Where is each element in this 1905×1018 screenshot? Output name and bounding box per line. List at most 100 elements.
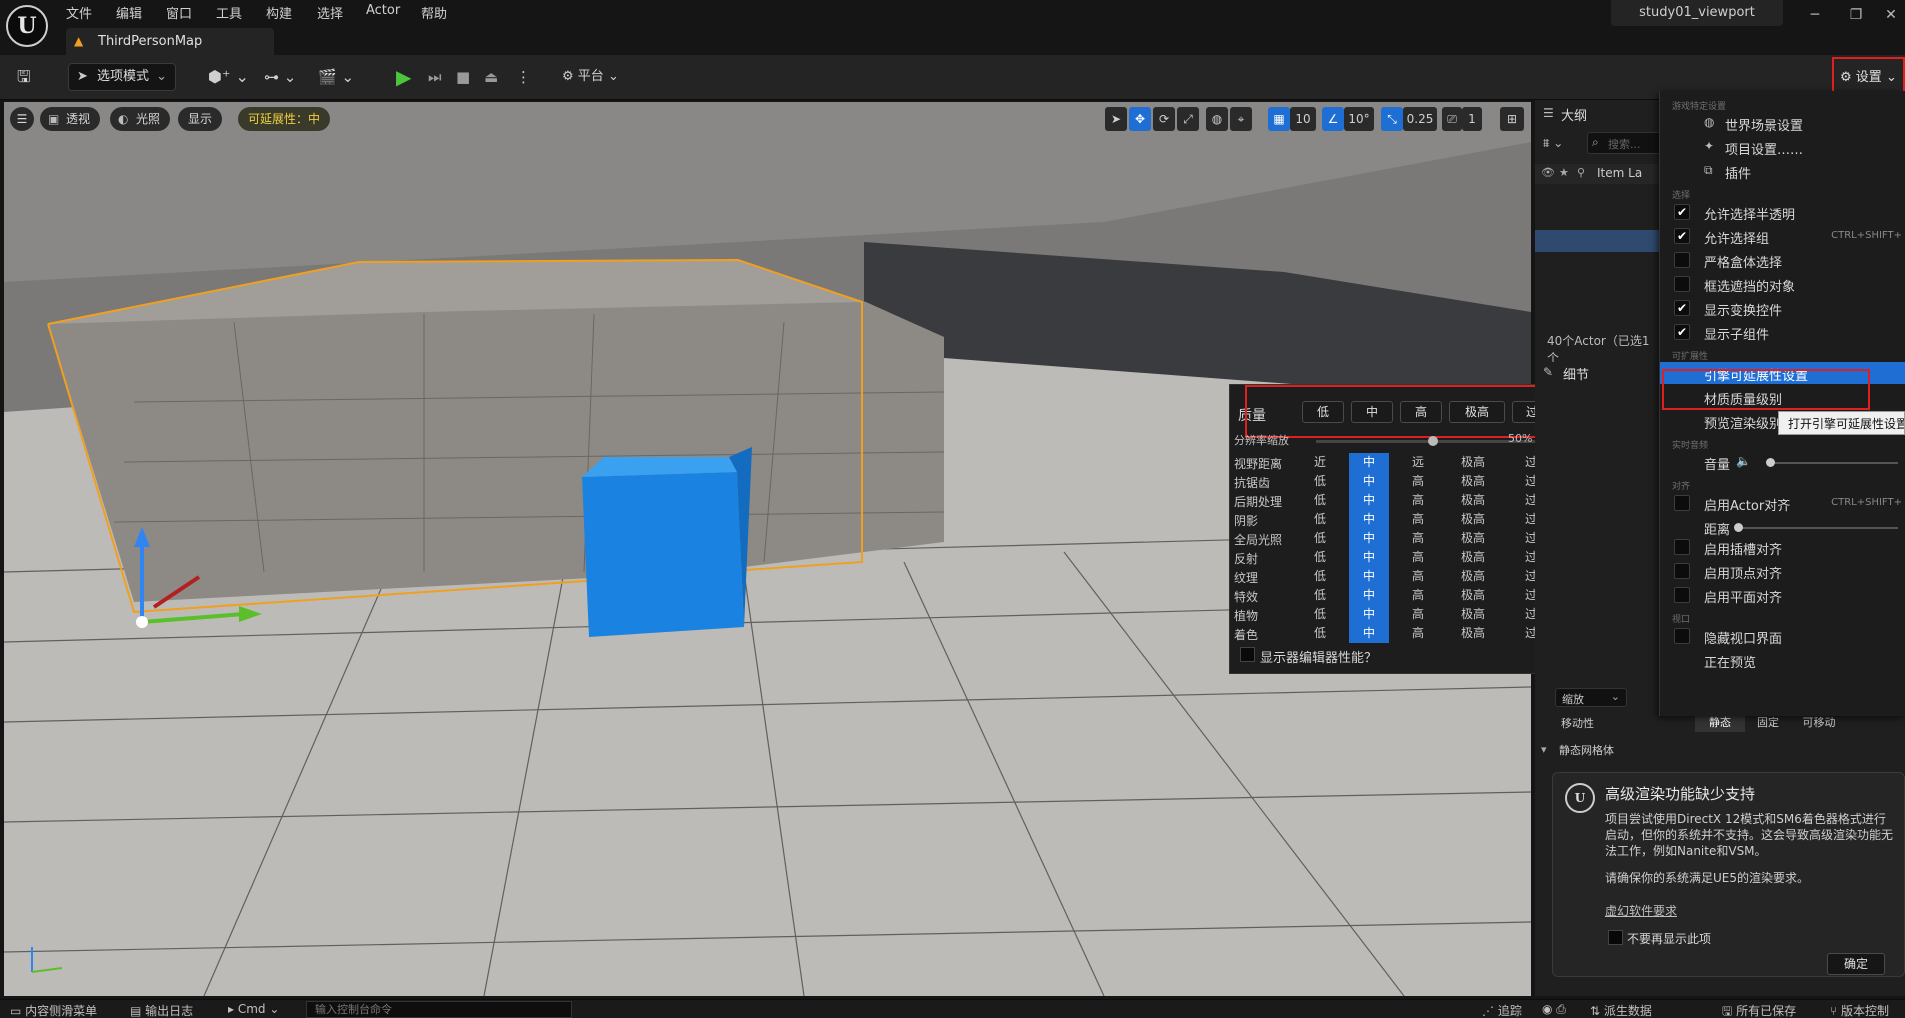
- checkbox[interactable]: [1674, 276, 1690, 292]
- ok-button[interactable]: 确定: [1827, 953, 1885, 975]
- settings-menu-item[interactable]: ✔ 显示子组件: [1660, 321, 1905, 343]
- quality-option[interactable]: 低: [1300, 529, 1340, 548]
- settings-menu-item[interactable]: ✔ 显示变换控件: [1660, 297, 1905, 319]
- menu-slider-thumb[interactable]: [1734, 523, 1743, 532]
- checkbox[interactable]: [1674, 539, 1690, 555]
- static-mesh-section[interactable]: 静态网格体: [1559, 742, 1614, 758]
- quality-option[interactable]: 极高: [1447, 548, 1499, 567]
- quality-option[interactable]: 低: [1300, 548, 1340, 567]
- quality-option[interactable]: 远: [1398, 453, 1438, 472]
- quality-option[interactable]: 极高: [1447, 605, 1499, 624]
- menu-edit[interactable]: 编辑: [116, 3, 142, 23]
- quality-option[interactable]: 中: [1349, 605, 1389, 624]
- settings-menu-item[interactable]: ⧉ 插件: [1660, 160, 1905, 182]
- rotate-snap-value[interactable]: 10°: [1344, 107, 1374, 131]
- camera-speed-value[interactable]: 1: [1462, 107, 1482, 131]
- dont-show-again-checkbox[interactable]: [1608, 930, 1623, 945]
- menu-slider[interactable]: [1736, 527, 1898, 529]
- quality-option[interactable]: 极高: [1447, 491, 1499, 510]
- quality-option[interactable]: 中: [1349, 510, 1389, 529]
- quality-option[interactable]: 极高: [1447, 453, 1499, 472]
- quality-option[interactable]: 中: [1349, 624, 1389, 643]
- quality-option[interactable]: 高: [1398, 491, 1438, 510]
- translate-tool-icon[interactable]: ✥: [1129, 107, 1151, 131]
- settings-menu-item[interactable]: ◍ 世界场景设置: [1660, 112, 1905, 134]
- step-icon[interactable]: ⏭: [428, 64, 442, 90]
- save-icon[interactable]: 🖫: [17, 64, 31, 90]
- checkbox[interactable]: [1674, 628, 1690, 644]
- cinematics-icon[interactable]: 🎬 ⌄: [318, 64, 354, 90]
- world-space-icon[interactable]: ◍: [1206, 107, 1228, 131]
- quality-option[interactable]: 低: [1300, 586, 1340, 605]
- settings-menu-item[interactable]: 启用平面对齐: [1660, 584, 1905, 606]
- scale-tool-icon[interactable]: ⤢: [1177, 107, 1199, 131]
- add-actor-icon[interactable]: ⬢⁺ ⌄: [208, 64, 249, 90]
- quality-option[interactable]: 中: [1349, 453, 1389, 472]
- close-icon[interactable]: ✕: [1880, 4, 1902, 26]
- quality-option[interactable]: 极高: [1447, 586, 1499, 605]
- quality-option[interactable]: 低: [1300, 510, 1340, 529]
- filter-icon[interactable]: ⩩ ⌄: [1543, 136, 1563, 151]
- checkbox[interactable]: ✔: [1674, 324, 1690, 340]
- quality-option[interactable]: 高: [1398, 605, 1438, 624]
- quality-option[interactable]: 极高: [1447, 472, 1499, 491]
- menu-file[interactable]: 文件: [66, 3, 92, 23]
- quality-option[interactable]: 低: [1300, 567, 1340, 586]
- maximize-viewport-icon[interactable]: ⊞: [1500, 107, 1524, 131]
- blueprint-icon[interactable]: ⊶ ⌄: [264, 64, 296, 90]
- mode-selector[interactable]: ➤ 选项模式 ⌄: [68, 63, 176, 91]
- eject-icon[interactable]: ⏏: [484, 64, 498, 90]
- quality-option[interactable]: 低: [1300, 491, 1340, 510]
- software-requirements-link[interactable]: 虚幻软件要求: [1605, 902, 1677, 919]
- show-button[interactable]: 显示: [178, 107, 223, 131]
- source-control-button[interactable]: ⑂ 版本控制: [1830, 1002, 1889, 1018]
- mobility-movable[interactable]: 可移动: [1791, 714, 1847, 732]
- quality-option[interactable]: 高: [1398, 624, 1438, 643]
- save-all-button[interactable]: 🖫 所有已保存: [1722, 1002, 1796, 1018]
- collapse-arrow-icon[interactable]: ▾: [1541, 743, 1547, 756]
- quality-option[interactable]: 高: [1398, 529, 1438, 548]
- menu-slider-thumb[interactable]: [1766, 458, 1775, 467]
- resolution-scale-thumb[interactable]: [1428, 436, 1438, 446]
- menu-select[interactable]: 选择: [317, 3, 343, 23]
- settings-menu-item[interactable]: ✦ 项目设置……: [1660, 136, 1905, 158]
- scale-snap-icon[interactable]: ⤡: [1381, 107, 1403, 131]
- settings-menu-item[interactable]: 正在预览: [1660, 649, 1905, 671]
- settings-menu-item[interactable]: 严格盒体选择: [1660, 249, 1905, 271]
- checkbox[interactable]: ✔: [1674, 228, 1690, 244]
- platform-button[interactable]: ⚙ 平台 ⌄: [562, 64, 619, 90]
- trace-button[interactable]: ⋰ 追踪: [1482, 1002, 1522, 1018]
- quality-option[interactable]: 高: [1398, 510, 1438, 529]
- mobility-static[interactable]: 静态: [1695, 714, 1745, 732]
- outliner-selected-row[interactable]: [1535, 230, 1660, 252]
- quality-option[interactable]: 中: [1349, 567, 1389, 586]
- menu-actor[interactable]: Actor: [366, 3, 400, 23]
- quality-option[interactable]: 低: [1300, 624, 1340, 643]
- outliner-search-input[interactable]: ⌕ 搜索...: [1587, 132, 1667, 154]
- quality-option[interactable]: 中: [1349, 472, 1389, 491]
- surface-snap-icon[interactable]: ⌖: [1230, 107, 1252, 131]
- settings-menu-item[interactable]: 距离: [1660, 516, 1905, 538]
- speaker-muted-icon[interactable]: 🔈: [1736, 454, 1751, 468]
- grid-snap-value[interactable]: 10: [1290, 107, 1316, 131]
- quality-option[interactable]: 极高: [1447, 510, 1499, 529]
- view-mode-button[interactable]: ▣ 透视: [40, 107, 101, 131]
- quality-option[interactable]: 中: [1349, 548, 1389, 567]
- checkbox[interactable]: [1674, 252, 1690, 268]
- checkbox[interactable]: [1674, 587, 1690, 603]
- content-drawer-button[interactable]: ▭ 内容侧滑菜单: [10, 1002, 97, 1018]
- quality-option[interactable]: 极高: [1447, 567, 1499, 586]
- settings-menu-item[interactable]: 框选遮挡的对象: [1660, 273, 1905, 295]
- derived-data-button[interactable]: ⇅ 派生数据: [1590, 1002, 1652, 1018]
- cmd-dropdown[interactable]: ▸ Cmd ⌄: [228, 1002, 279, 1016]
- scale-snap-value[interactable]: 0.25: [1403, 107, 1437, 131]
- record-icon[interactable]: ◉ ⎙: [1542, 1002, 1566, 1017]
- quality-option[interactable]: 高: [1398, 472, 1438, 491]
- quality-option[interactable]: 近: [1300, 453, 1340, 472]
- restore-icon[interactable]: ❐: [1845, 4, 1867, 26]
- quality-option[interactable]: 低: [1300, 605, 1340, 624]
- quality-option[interactable]: 高: [1398, 548, 1438, 567]
- tab-third-person-map[interactable]: ▲ ThirdPersonMap: [66, 28, 274, 55]
- quality-option[interactable]: 中: [1349, 586, 1389, 605]
- rotate-snap-icon[interactable]: ∠: [1322, 107, 1344, 131]
